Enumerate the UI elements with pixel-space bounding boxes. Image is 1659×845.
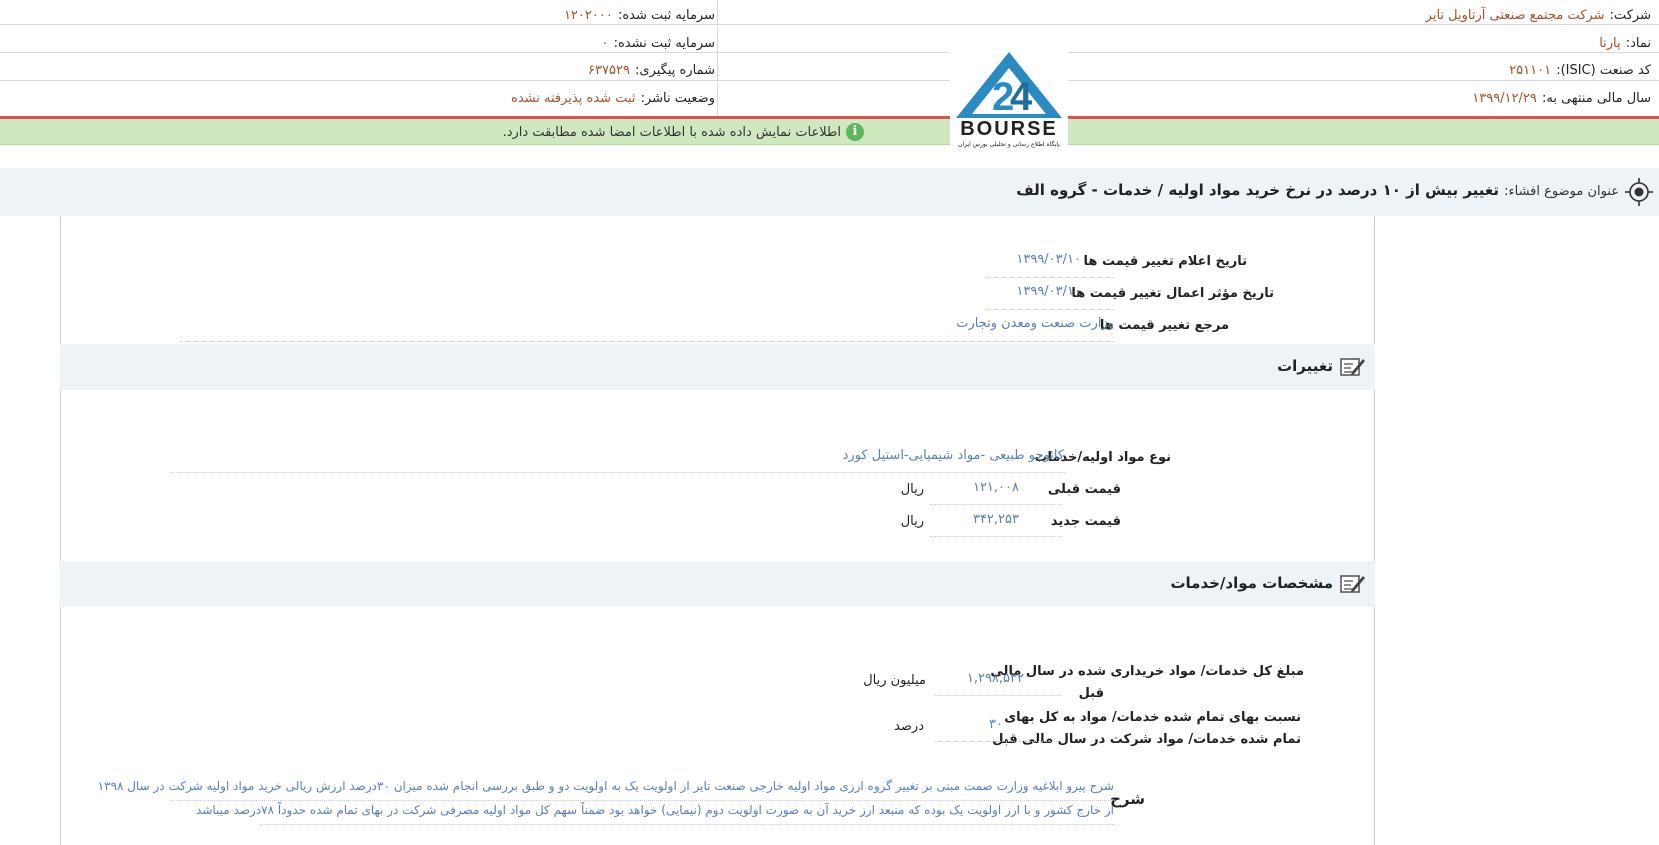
topic-banner: عنوان موضوع افشاء: تغییر بیش از ۱۰ درصد … xyxy=(0,168,1659,216)
description-label: شرح xyxy=(1110,790,1145,808)
logo-text: BOURSE xyxy=(960,118,1058,140)
effective-date-label: تاریخ مؤثر اعمال تغییر قیمت ها xyxy=(1071,286,1274,301)
edit-note-icon xyxy=(1339,573,1365,599)
publisher-status-field: وضعیت ناشر: ثبت شده پذیرفته نشده xyxy=(511,87,715,106)
new-price-value: ۳۴۲,۲۵۳ xyxy=(972,512,1019,527)
total-amount-value: ۱,۲۹۸,۵۳۲ xyxy=(966,671,1024,686)
total-amount-label-line2: قبل xyxy=(1078,686,1104,701)
registered-capital-value: ۱۲۰۲۰۰۰ xyxy=(563,8,613,23)
price-reference-value: وزارت صنعت ومعدن وتجارت xyxy=(956,316,1114,331)
company-value[interactable]: شرکت مجتمع صنعتی آرتاویل تایر xyxy=(1426,8,1605,23)
material-type-value: کائوچو طبیعی -مواد شیمیایی-استیل کورد xyxy=(842,448,1064,463)
topic-label: عنوان موضوع افشاء: xyxy=(1504,184,1619,199)
ratio-label-line1: نسبت بهای تمام شده خدمات/ مواد به کل بها… xyxy=(1004,710,1301,725)
price-reference-label: مرجع تغییر قیمت ها xyxy=(1099,318,1229,333)
fiscal-year-field: سال مالی منتهی به: ۱۳۹۹/۱۲/۲۹ xyxy=(1472,87,1651,106)
edit-note-icon xyxy=(1339,356,1365,382)
fiscal-year-label: سال مالی منتهی به: xyxy=(1541,91,1651,106)
new-price-unit: ریال xyxy=(900,514,924,529)
isic-value: ۲۵۱۱۰۱ xyxy=(1509,63,1552,78)
publisher-status-label: وضعیت ناشر: xyxy=(640,91,715,106)
unregistered-capital-value: ۰ xyxy=(601,36,609,51)
svg-text:4: 4 xyxy=(1010,75,1033,119)
specs-section-header: مشخصات مواد/خدمات xyxy=(60,561,1375,607)
symbol-value[interactable]: پارتا xyxy=(1599,36,1620,51)
isic-label: کد صنعت (ISIC): xyxy=(1556,63,1651,78)
company-field: شرکت: شرکت مجتمع صنعتی آرتاویل تایر xyxy=(1426,4,1651,23)
tracking-value: ۶۳۷۵۲۹ xyxy=(588,63,630,78)
bourse-logo[interactable]: 2 4 BOURSE پایگاه اطلاع رسانی و تحلیلی ب… xyxy=(950,48,1068,148)
company-label: شرکت: xyxy=(1609,8,1651,23)
registered-capital-label: سرمایه ثبت شده: xyxy=(617,8,715,23)
new-price-label: قیمت جدید xyxy=(1050,514,1121,529)
total-amount-unit: میلیون ریال xyxy=(863,673,926,688)
specs-title: مشخصات مواد/خدمات xyxy=(1170,574,1333,592)
logo-mark-icon: 2 4 xyxy=(956,52,1062,119)
ratio-value: ۳۰ xyxy=(989,717,1003,732)
tracking-label: شماره پیگیری: xyxy=(635,63,715,78)
changes-section-header: تغییرات xyxy=(60,344,1375,390)
notice-text: اطلاعات نمایش داده شده با اطلاعات امضا ش… xyxy=(502,124,841,140)
description-line2: از خارج کشور و با ارز اولویت یک بوده که … xyxy=(196,803,1114,817)
old-price-unit: ریال xyxy=(900,482,924,497)
topic-title: تغییر بیش از ۱۰ درصد در نرخ خرید مواد او… xyxy=(1016,181,1500,199)
old-price-value: ۱۲۱,۰۰۸ xyxy=(972,480,1019,495)
fiscal-year-value: ۱۳۹۹/۱۲/۲۹ xyxy=(1472,91,1537,106)
total-amount-label-line1: مبلغ کل خدمات/ مواد خریداری شده در سال م… xyxy=(990,664,1304,679)
verification-notice: i اطلاعات نمایش داده شده با اطلاعات امضا… xyxy=(0,119,1659,145)
symbol-field: نماد: پارتا xyxy=(1599,32,1651,51)
logo-subtitle: پایگاه اطلاع رسانی و تحلیلی بورس ایران xyxy=(958,141,1060,148)
target-icon xyxy=(1625,178,1653,206)
description-line1: شرح پیرو ابلاغیه وزارت صمت مبنی بر تغییر… xyxy=(97,779,1114,793)
old-price-label: قیمت قبلی xyxy=(1047,482,1121,497)
unregistered-capital-label: سرمایه ثبت نشده: xyxy=(613,36,715,51)
announce-date-value: ۱۳۹۹/۰۳/۱۰ xyxy=(1016,252,1081,267)
registered-capital-field: سرمایه ثبت شده: ۱۲۰۲۰۰۰ xyxy=(564,4,715,23)
tracking-field: شماره پیگیری: ۶۳۷۵۲۹ xyxy=(588,59,715,78)
unregistered-capital-field: سرمایه ثبت نشده: ۰ xyxy=(602,32,715,51)
isic-field: کد صنعت (ISIC): ۲۵۱۱۰۱ xyxy=(1509,59,1651,78)
ratio-unit: درصد xyxy=(894,719,924,734)
symbol-label: نماد: xyxy=(1625,36,1651,51)
info-circle-icon: i xyxy=(846,123,864,141)
changes-title: تغییرات xyxy=(1277,357,1333,375)
effective-date-value: ۱۳۹۹/۰۳/۱۰ xyxy=(1016,284,1081,299)
announce-date-label: تاریخ اعلام تغییر قیمت ها xyxy=(1083,254,1247,269)
publisher-status-value: ثبت شده پذیرفته نشده xyxy=(511,91,636,106)
